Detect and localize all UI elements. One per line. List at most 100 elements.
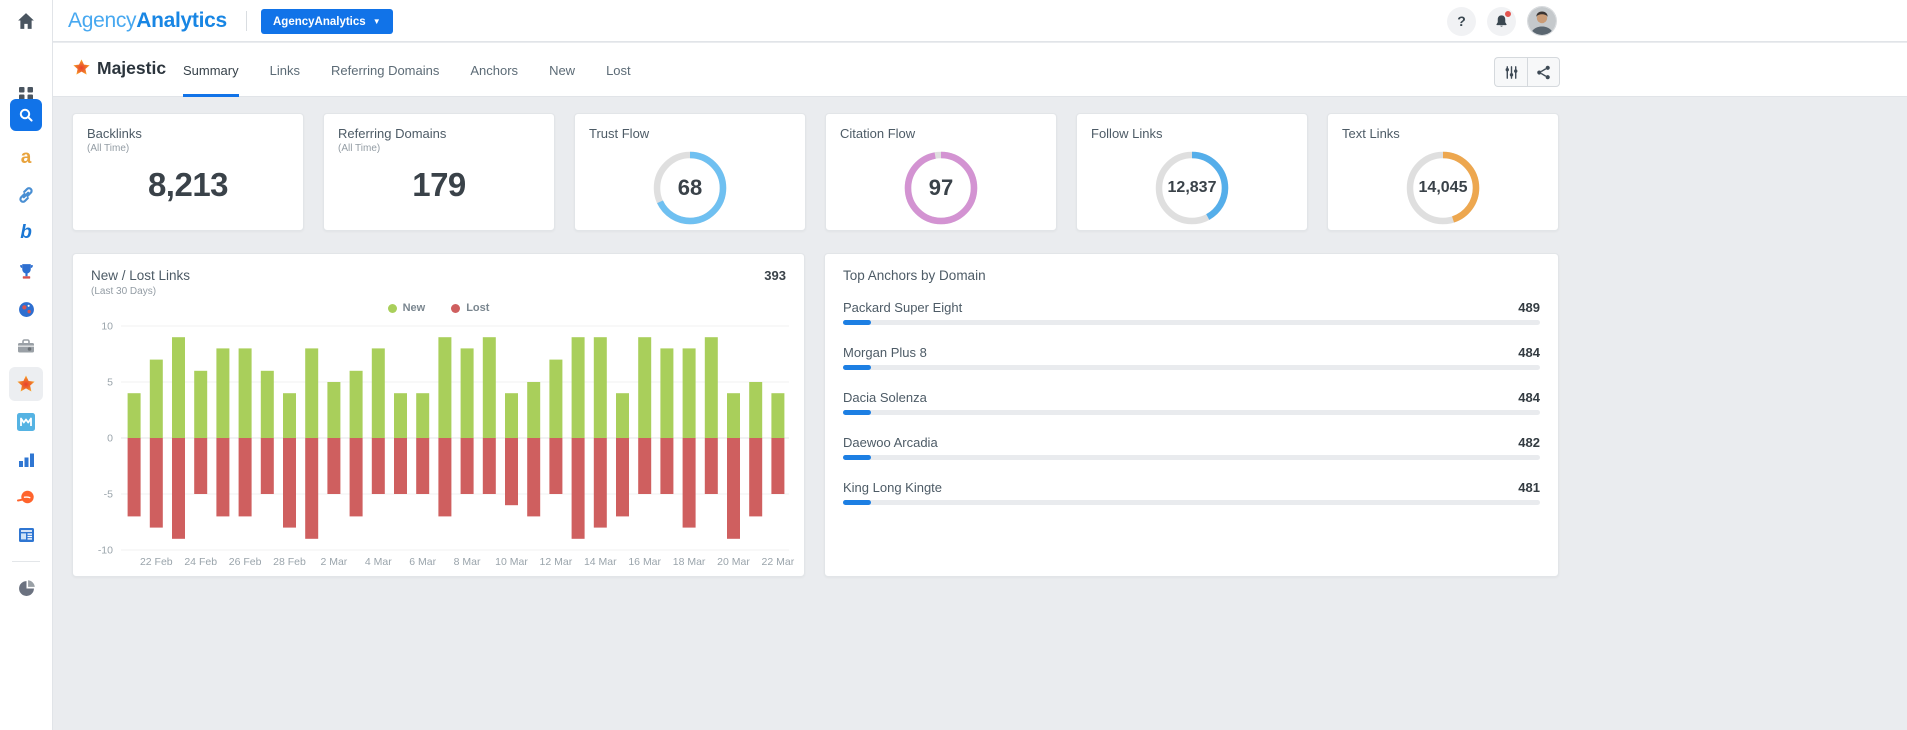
legend-item-lost[interactable]: Lost bbox=[451, 302, 489, 314]
bar-new-12 bbox=[371, 348, 385, 438]
anchor-progress-track bbox=[843, 320, 1540, 325]
sidebar-item-toolbox[interactable] bbox=[0, 329, 52, 363]
bar-new-18 bbox=[505, 393, 518, 438]
new-lost-bar-chart: 10 5 0 -5 -10 22 Feb 24 Feb 26 Feb 28 Feb 2 Mar 4 … bbox=[98, 321, 795, 569]
legend-item-new[interactable]: New bbox=[387, 302, 425, 314]
tab-anchors[interactable]: Anchors bbox=[470, 43, 518, 97]
bar-lost-6 bbox=[238, 438, 252, 517]
bar-new-20 bbox=[549, 359, 563, 438]
anchor-progress-fill bbox=[843, 500, 871, 505]
stat-card-subtitle: (All Time) bbox=[87, 143, 130, 154]
donut-gauge: 68 bbox=[652, 150, 728, 226]
bar-lost-13 bbox=[394, 438, 407, 494]
x-axis-label: 24 Feb bbox=[184, 556, 217, 568]
bar-lost-16 bbox=[460, 438, 474, 494]
sidebar-item-majestic-active[interactable] bbox=[0, 367, 52, 401]
sidebar-item-news[interactable] bbox=[0, 518, 52, 552]
bar-lost-22 bbox=[593, 438, 607, 528]
bar-new-16 bbox=[460, 348, 474, 438]
sidebar-item-alexa[interactable]: a bbox=[0, 141, 52, 175]
anchor-count-value: 484 bbox=[1518, 390, 1540, 405]
sidebar-item-reports[interactable] bbox=[0, 443, 52, 477]
bar-lost-26 bbox=[682, 438, 696, 528]
tab-new[interactable]: New bbox=[549, 43, 575, 97]
bar-new-24 bbox=[638, 337, 652, 438]
x-axis-label: 2 Mar bbox=[320, 556, 347, 568]
user-avatar[interactable] bbox=[1527, 6, 1557, 36]
active-tile-light bbox=[9, 367, 43, 401]
anchor-count-value: 481 bbox=[1518, 480, 1540, 495]
bar-lost-18 bbox=[505, 438, 518, 506]
y-axis-tick: 10 bbox=[101, 321, 113, 333]
stat-card-backlinks: Backlinks (All Time) 8,213 bbox=[72, 113, 304, 231]
bar-lost-28 bbox=[727, 438, 740, 539]
tab-lost[interactable]: Lost bbox=[606, 43, 631, 97]
sidebar-item-semrush[interactable] bbox=[0, 480, 52, 514]
bar-lost-25 bbox=[660, 438, 674, 494]
bar-lost-19 bbox=[527, 438, 541, 517]
active-tile bbox=[10, 99, 42, 131]
chart-legend: New Lost bbox=[73, 302, 804, 314]
bar-new-17 bbox=[482, 337, 496, 438]
bar-lost-20 bbox=[549, 438, 563, 494]
legend-label: Lost bbox=[466, 302, 490, 314]
semrush-icon bbox=[17, 490, 34, 504]
legend-dot bbox=[387, 303, 397, 313]
agencyanalytics-logo: Agency Analytics bbox=[68, 0, 227, 42]
stat-card-value: 68 bbox=[677, 175, 703, 200]
sidebar-item-moz[interactable] bbox=[0, 405, 52, 439]
x-axis-label: 28 Feb bbox=[273, 556, 306, 568]
sidebar-item-home[interactable] bbox=[0, 0, 52, 42]
sidebar-item-web[interactable] bbox=[0, 292, 52, 326]
bar-lost-27 bbox=[704, 438, 718, 494]
sidebar-item-overview[interactable] bbox=[0, 571, 52, 605]
bar-new-15 bbox=[438, 337, 452, 438]
majestic-header-star-icon bbox=[72, 58, 91, 82]
bar-lost-21 bbox=[571, 438, 585, 539]
bar-lost-30 bbox=[771, 438, 785, 494]
account-selector-label: AgencyAnalytics bbox=[273, 15, 366, 28]
y-axis-tick: 5 bbox=[107, 377, 113, 389]
bar-lost-1 bbox=[127, 438, 141, 517]
anchor-progress-track bbox=[843, 365, 1540, 370]
help-icon: ? bbox=[1457, 13, 1466, 29]
donut-gauge: 97 bbox=[903, 150, 979, 226]
notifications-button[interactable] bbox=[1487, 6, 1516, 36]
tab-links[interactable]: Links bbox=[270, 43, 300, 97]
stat-card-subtitle: (All Time) bbox=[338, 143, 381, 154]
bar-lost-17 bbox=[482, 438, 496, 494]
bar-lost-14 bbox=[416, 438, 430, 494]
bar-lost-29 bbox=[749, 438, 763, 517]
share-button[interactable] bbox=[1527, 57, 1560, 87]
sidebar-item-bing[interactable]: b bbox=[0, 216, 52, 250]
y-axis-tick: 0 bbox=[107, 433, 113, 445]
tab-bar: Summary Links Referring Domains Anchors New L… bbox=[183, 43, 631, 97]
help-button[interactable]: ? bbox=[1447, 6, 1476, 36]
tab-summary[interactable]: Summary bbox=[183, 43, 239, 97]
sidebar-item-search-active[interactable] bbox=[0, 98, 52, 132]
share-icon bbox=[1537, 65, 1550, 79]
bar-new-19 bbox=[527, 382, 541, 438]
x-axis-label: 16 Mar bbox=[628, 556, 661, 568]
filter-settings-button[interactable] bbox=[1494, 57, 1527, 87]
anchor-progress-fill bbox=[843, 455, 871, 460]
anchor-domain-label: Daewoo Arcadia bbox=[843, 435, 938, 450]
y-axis-tick: -10 bbox=[98, 545, 113, 557]
bar-lost-23 bbox=[616, 438, 629, 517]
anchor-progress-fill bbox=[843, 410, 871, 415]
sidebar-divider bbox=[12, 561, 40, 562]
sidebar-item-backlinks[interactable] bbox=[0, 178, 52, 212]
moz-icon bbox=[17, 413, 35, 431]
anchor-row: Packard Super Eight 489 bbox=[843, 300, 1540, 325]
bar-new-22 bbox=[593, 337, 607, 438]
bar-new-1 bbox=[127, 393, 141, 438]
account-selector-button[interactable]: AgencyAnalytics ▼ bbox=[261, 9, 393, 34]
tab-referring-domains[interactable]: Referring Domains bbox=[331, 43, 439, 97]
newspaper-icon bbox=[18, 528, 34, 542]
sidebar-item-rankings[interactable] bbox=[0, 254, 52, 288]
new-lost-links-panel: New / Lost Links (Last 30 Days) 393 New … bbox=[72, 253, 805, 577]
anchors-list: Packard Super Eight 489 Morgan Plus 8 48… bbox=[843, 300, 1540, 525]
legend-dot bbox=[451, 303, 461, 313]
x-axis-label: 12 Mar bbox=[540, 556, 573, 568]
bar-new-21 bbox=[571, 337, 585, 438]
